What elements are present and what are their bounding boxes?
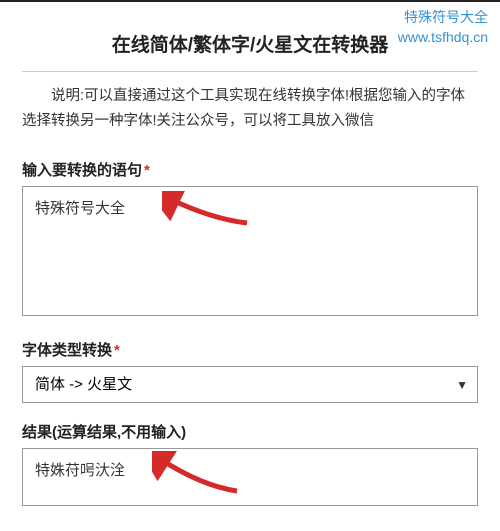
input-label: 输入要转换的语句* (22, 159, 478, 180)
type-label-text: 字体类型转换 (22, 342, 112, 359)
result-label: 结果(运算结果,不用输入) (22, 421, 478, 442)
result-group: 结果(运算结果,不用输入) (22, 421, 478, 511)
input-label-text: 输入要转换的语句 (22, 162, 142, 179)
type-group: 字体类型转换* 简体 -> 火星文 ▼ (22, 339, 478, 403)
required-mark: * (114, 342, 120, 359)
type-select[interactable]: 简体 -> 火星文 (22, 366, 478, 403)
input-group: 输入要转换的语句* (22, 159, 478, 321)
main-container: 在线简体/繁体字/火星文在转换器 说明:可以直接通过这个工具实现在线转换字体!根… (0, 0, 500, 531)
description-text: 说明:可以直接通过这个工具实现在线转换字体!根据您输入的字体选择转换另一种字体!… (22, 84, 478, 133)
divider (22, 71, 478, 72)
watermark: 特殊符号大全 www.tsfhdq.cn (398, 8, 488, 47)
type-select-wrap: 简体 -> 火星文 ▼ (22, 366, 478, 403)
input-textarea[interactable] (22, 186, 478, 316)
required-mark: * (144, 162, 150, 179)
result-textarea[interactable] (22, 448, 478, 506)
watermark-url: www.tsfhdq.cn (398, 28, 488, 48)
watermark-title: 特殊符号大全 (398, 8, 488, 28)
type-label: 字体类型转换* (22, 339, 478, 360)
